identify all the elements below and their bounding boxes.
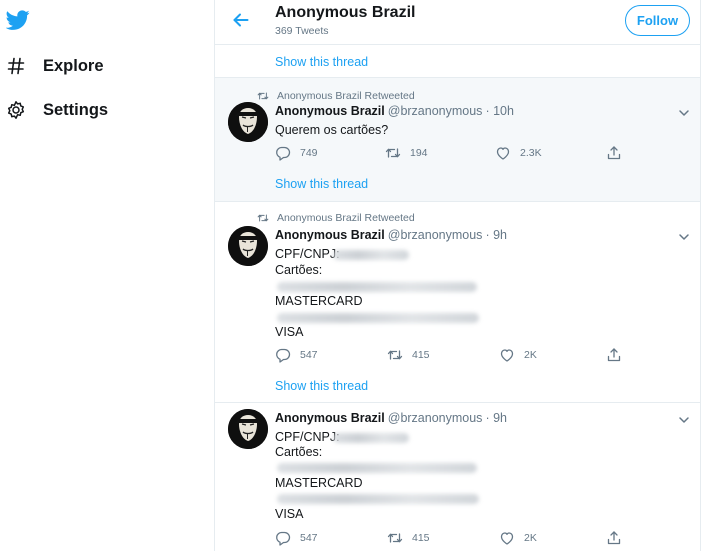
redacted-text [277, 282, 477, 292]
heart-icon [500, 349, 514, 362]
reply-icon [276, 146, 291, 161]
tweet-text-line: Cartões: [275, 445, 323, 459]
like-count: 2K [524, 532, 537, 544]
retweet-count: 415 [412, 532, 430, 544]
follow-button[interactable]: Follow [625, 5, 690, 36]
retweet-icon [257, 214, 269, 222]
tweet-author: Anonymous Brazil @brzanonymous · 9h [275, 411, 507, 425]
tweet-author: Anonymous Brazil @brzanonymous · 10h [275, 104, 514, 118]
author-handle[interactable]: @brzanonymous [388, 411, 483, 425]
reply-count: 749 [300, 147, 318, 159]
share-button[interactable] [606, 347, 622, 363]
share-button[interactable] [606, 530, 622, 546]
reply-icon [276, 531, 291, 546]
reply-button[interactable]: 547 [275, 347, 318, 363]
like-count: 2.3K [520, 147, 542, 159]
tweet-text-line: Cartões: [275, 263, 323, 277]
twitter-bird-icon[interactable] [6, 8, 30, 32]
retweet-icon [385, 148, 401, 158]
author-name[interactable]: Anonymous Brazil [275, 411, 385, 425]
reply-icon [276, 348, 291, 363]
tweet-3[interactable]: Anonymous Brazil @brzanonymous · 9h CPF/CN… [215, 403, 700, 551]
gear-icon [6, 100, 26, 120]
tweet-text-line: MASTERCARD [275, 294, 363, 308]
tweet-text-line: VISA [275, 325, 304, 339]
share-icon [607, 348, 621, 362]
tweet-author: Anonymous Brazil @brzanonymous · 9h [275, 228, 507, 242]
nav-item-settings[interactable]: Settings [6, 97, 108, 123]
like-button[interactable]: 2K [499, 347, 537, 363]
chevron-down-icon[interactable] [677, 106, 691, 120]
redacted-text [277, 463, 477, 473]
like-button[interactable]: 2K [499, 530, 537, 546]
tweet-time[interactable]: · 9h [485, 228, 507, 242]
like-button[interactable]: 2.3K [495, 145, 542, 161]
share-icon [607, 531, 621, 545]
avatar[interactable] [228, 226, 268, 266]
show-thread-link[interactable]: Show this thread [275, 177, 368, 191]
tweet-text-line: VISA [275, 507, 304, 521]
author-handle[interactable]: @brzanonymous [388, 228, 483, 242]
share-button[interactable] [606, 145, 622, 161]
nav-item-label: Settings [43, 100, 109, 119]
redacted-text [333, 433, 409, 443]
retweet-context: Anonymous Brazil Retweeted [257, 212, 415, 224]
tweet-1[interactable]: Anonymous Brazil Retweeted Anonymous Bra… [215, 78, 700, 201]
guy-fawkes-mask-icon [228, 226, 268, 266]
guy-fawkes-mask-icon [228, 102, 268, 142]
author-name[interactable]: Anonymous Brazil [275, 228, 385, 242]
redacted-text [333, 250, 409, 260]
retweet-icon [387, 533, 403, 543]
retweet-button[interactable]: 415 [387, 530, 430, 546]
nav-item-label: Explore [43, 56, 104, 75]
nav-item-explore[interactable]: Explore [6, 53, 104, 79]
retweet-icon [257, 92, 269, 100]
retweet-count: 415 [412, 349, 430, 361]
side-navigation: Explore Settings [0, 0, 214, 551]
tweet-text: Querem os cartões? [275, 123, 389, 137]
chevron-down-icon[interactable] [677, 230, 691, 244]
avatar[interactable] [228, 409, 268, 449]
hashtag-icon [6, 56, 26, 76]
reply-count: 547 [300, 349, 318, 361]
tweet-count: 369 Tweets [275, 25, 329, 37]
tweet-text-line: CPF/CNPJ: [275, 430, 340, 444]
guy-fawkes-mask-icon [228, 409, 268, 449]
tweet-text-line: CPF/CNPJ: [275, 247, 340, 261]
redacted-text [277, 494, 479, 504]
retweet-button[interactable]: 415 [387, 347, 430, 363]
redacted-text [277, 313, 479, 323]
retweet-count: 194 [410, 147, 428, 159]
retweet-context: Anonymous Brazil Retweeted [257, 90, 415, 102]
heart-icon [500, 532, 514, 545]
timeline-column: Anonymous Brazil 369 Tweets Follow Show … [214, 0, 701, 551]
page-title: Anonymous Brazil [275, 4, 416, 21]
tweet-time[interactable]: · 9h [485, 411, 507, 425]
tweet-text-line: MASTERCARD [275, 476, 363, 490]
reply-count: 547 [300, 532, 318, 544]
show-thread-link[interactable]: Show this thread [275, 379, 368, 393]
chevron-down-icon[interactable] [677, 413, 691, 427]
retweet-icon [387, 350, 403, 360]
back-arrow-icon[interactable] [232, 11, 250, 29]
reply-button[interactable]: 547 [275, 530, 318, 546]
share-icon [607, 146, 621, 160]
author-handle[interactable]: @brzanonymous [388, 104, 483, 118]
profile-header: Anonymous Brazil 369 Tweets Follow [215, 0, 700, 45]
avatar[interactable] [228, 102, 268, 142]
like-count: 2K [524, 349, 537, 361]
author-name[interactable]: Anonymous Brazil [275, 104, 385, 118]
retweet-button[interactable]: 194 [385, 145, 428, 161]
tweet-time[interactable]: · 10h [485, 104, 514, 118]
tweet-2[interactable]: Anonymous Brazil Retweeted Anonymous Bra… [215, 202, 700, 402]
reply-button[interactable]: 749 [275, 145, 318, 161]
heart-icon [496, 147, 510, 160]
show-thread-link[interactable]: Show this thread [275, 55, 368, 69]
